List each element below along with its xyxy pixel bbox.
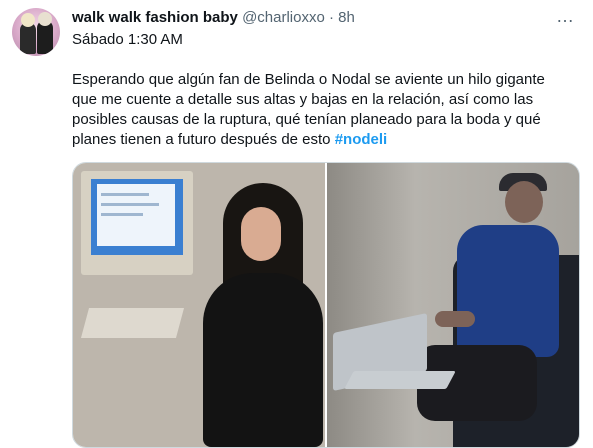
- screen-line: [101, 193, 149, 196]
- avatar-figure-left: [20, 13, 36, 54]
- photo-left[interactable]: [73, 163, 325, 447]
- hashtag-link[interactable]: #nodeli: [335, 131, 388, 148]
- screen-line: [101, 213, 143, 216]
- avatar[interactable]: [12, 8, 60, 56]
- user-handle[interactable]: @charlioxxo: [242, 9, 325, 26]
- tweet-header: walk walk fashion baby @charlioxxo · 8h: [72, 9, 355, 27]
- woman-body: [203, 273, 323, 447]
- display-name[interactable]: walk walk fashion baby: [72, 9, 238, 26]
- man-shirt: [457, 225, 559, 357]
- laptop-base: [344, 371, 456, 389]
- screen-line: [101, 203, 159, 206]
- man-head: [505, 181, 543, 223]
- tweet-timestamp: Sábado 1:30 AM: [72, 31, 183, 48]
- man-arm: [435, 311, 475, 327]
- relative-time[interactable]: 8h: [338, 9, 355, 26]
- photo-right[interactable]: [325, 163, 579, 447]
- keyboard: [80, 308, 185, 338]
- monitor-screen: [91, 179, 183, 255]
- tweet-body-text: Esperando que algún fan de Belinda o Nod…: [72, 71, 545, 148]
- header-separator: ·: [329, 9, 334, 26]
- computer-monitor: [81, 171, 193, 275]
- media-grid: [72, 162, 580, 448]
- woman-face: [241, 207, 281, 261]
- tweet-body: Esperando que algún fan de Belinda o Nod…: [72, 70, 572, 150]
- more-options-icon[interactable]: …: [556, 6, 575, 27]
- avatar-figure-right: [37, 12, 53, 54]
